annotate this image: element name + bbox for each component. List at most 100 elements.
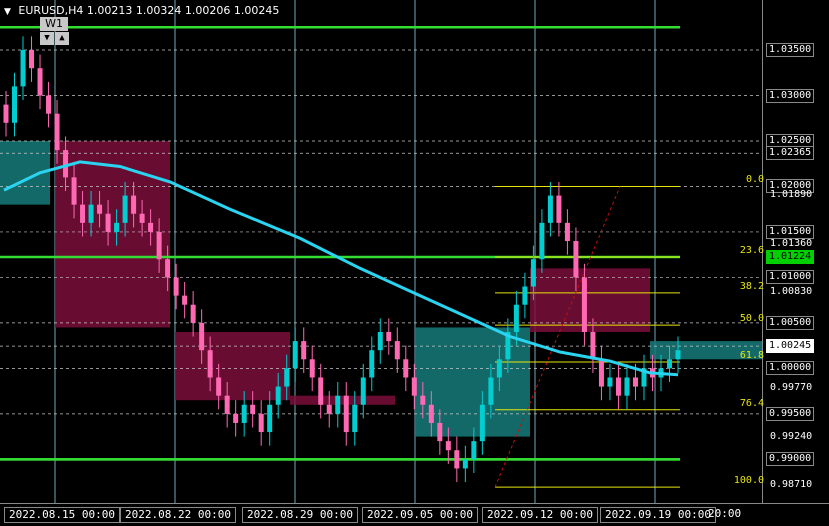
candle-body xyxy=(29,50,35,69)
candle-body xyxy=(420,395,426,405)
candle-body xyxy=(411,377,417,396)
candle-body xyxy=(632,377,638,387)
candle-body xyxy=(590,331,596,360)
candle-body xyxy=(394,341,400,360)
candle-body xyxy=(530,259,536,287)
price-label: 1.02365 xyxy=(766,146,815,161)
candle-body xyxy=(12,86,18,123)
candle-body xyxy=(666,359,672,369)
candle-body xyxy=(301,341,307,360)
price-label: 1.01360 xyxy=(770,237,813,249)
candle-body xyxy=(207,350,213,378)
candle-body xyxy=(675,350,681,360)
candle-body xyxy=(190,304,196,323)
candle-body xyxy=(80,204,86,223)
candle-body xyxy=(437,422,443,442)
candle-body xyxy=(275,386,281,405)
candle-body xyxy=(462,459,468,469)
supply-zone xyxy=(175,331,290,401)
candle-body xyxy=(454,450,460,469)
candle-body xyxy=(199,322,205,351)
fib-level-label: 61.8 xyxy=(739,350,764,361)
time-label: 20:00 xyxy=(708,507,742,520)
price-label: 1.01000 xyxy=(766,270,815,285)
candle-body xyxy=(352,404,358,433)
candle-body xyxy=(148,222,154,232)
candle-body xyxy=(573,241,579,278)
time-label: 2022.09.19 00:00 xyxy=(600,507,716,523)
price-label: 0.98710 xyxy=(770,478,813,490)
candle-body xyxy=(37,68,43,96)
candle-body xyxy=(182,295,188,305)
candle-body xyxy=(386,331,392,342)
candle-body xyxy=(156,231,162,260)
supply-zone xyxy=(55,140,170,328)
candle-body xyxy=(326,404,332,414)
candle-body xyxy=(216,377,222,396)
candle-body xyxy=(607,377,613,387)
candle-body xyxy=(20,50,26,87)
low-value: 1.00206 xyxy=(184,4,231,17)
candle-body xyxy=(250,404,256,414)
candle-body xyxy=(488,377,494,405)
candle-body xyxy=(318,377,324,405)
candle-body xyxy=(267,404,273,433)
candle-body xyxy=(539,222,545,260)
price-label: 1.01890 xyxy=(770,189,813,201)
time-label: 2022.09.05 00:00 xyxy=(362,507,478,523)
open-value: 1.00213 xyxy=(86,4,133,17)
candle-body xyxy=(335,395,341,414)
candle-body xyxy=(292,341,298,369)
collapse-icon[interactable]: ▼ xyxy=(4,7,11,17)
fib-level-label: 50.0 xyxy=(739,313,764,325)
candle-body xyxy=(369,350,375,378)
candle-body xyxy=(513,304,519,332)
time-label: 2022.08.15 00:00 xyxy=(4,507,120,523)
candle-body xyxy=(122,195,128,223)
high-value: 1.00324 xyxy=(135,4,182,17)
fib-level-label: 23.6 xyxy=(739,245,764,257)
fib-level-label: 0.0 xyxy=(745,174,764,186)
candle-body xyxy=(615,377,621,396)
price-chart[interactable] xyxy=(0,0,829,526)
price-label: 0.99500 xyxy=(766,406,815,421)
candle-body xyxy=(598,359,604,387)
candle-body xyxy=(54,113,60,151)
time-label: 2022.08.22 00:00 xyxy=(120,507,236,523)
candle-body xyxy=(105,213,111,232)
price-label: 0.99240 xyxy=(770,430,813,442)
price-label: 1.03000 xyxy=(766,88,815,103)
close-value: 1.00245 xyxy=(233,4,280,17)
candle-body xyxy=(131,195,137,214)
scroll-down-icon[interactable]: ▼ xyxy=(40,32,54,45)
candle-body xyxy=(224,395,230,414)
scroll-up-icon[interactable]: ▲ xyxy=(55,32,69,45)
candle-body xyxy=(547,195,553,223)
price-label: 1.00000 xyxy=(766,361,815,376)
candle-body xyxy=(97,204,103,214)
candle-body xyxy=(233,413,239,423)
chart-header: ▼ EURUSD,H4 1.00213 1.00324 1.00206 1.00… xyxy=(4,4,279,17)
candle-body xyxy=(556,195,562,223)
price-label: 0.99000 xyxy=(766,452,815,467)
candle-body xyxy=(343,395,349,433)
time-label: 2022.09.12 00:00 xyxy=(482,507,598,523)
time-label: 2022.08.29 00:00 xyxy=(242,507,358,523)
fib-level-label: 76.4 xyxy=(739,397,764,409)
candle-body xyxy=(165,259,171,278)
timeframe-label[interactable]: W1 xyxy=(40,17,68,31)
supply-zone xyxy=(530,268,650,332)
candle-body xyxy=(46,95,52,114)
candle-body xyxy=(445,441,451,451)
candle-body xyxy=(241,404,247,423)
candle-body xyxy=(471,441,477,460)
candle-body xyxy=(360,377,366,405)
candle-body xyxy=(88,204,94,223)
candle-body xyxy=(71,177,77,205)
candle-body xyxy=(114,222,120,232)
price-label: 1.00830 xyxy=(770,285,813,297)
supply-zone xyxy=(290,395,395,405)
fib-level-label: 100.0 xyxy=(733,475,764,487)
candle-body xyxy=(63,150,69,178)
candle-body xyxy=(3,104,9,123)
